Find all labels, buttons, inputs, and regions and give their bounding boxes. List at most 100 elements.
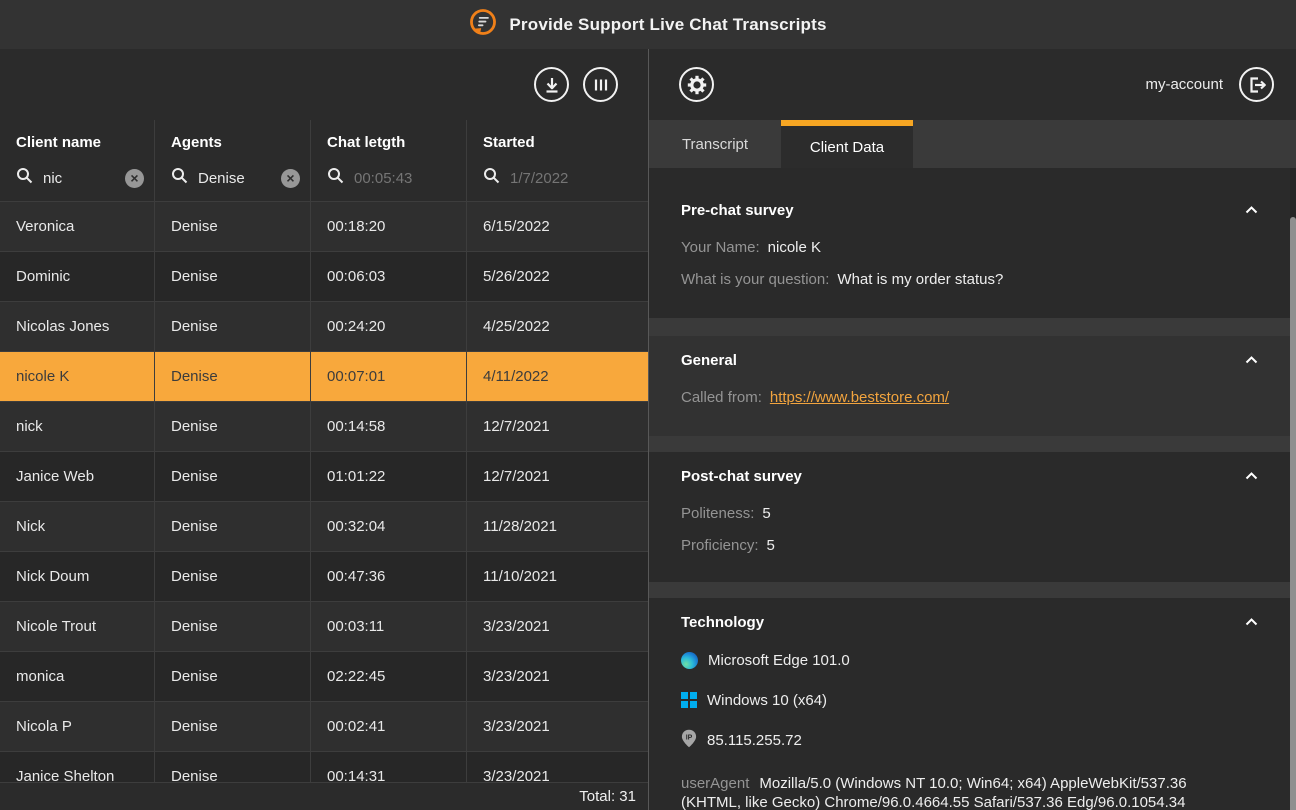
section-pre-chat-survey: Pre-chat survey Your Name:nicole K What …: [649, 186, 1296, 318]
scrollbar-thumb[interactable]: [1290, 217, 1296, 810]
table-row[interactable]: monicaDenise02:22:453/23/2021: [0, 651, 648, 701]
app-header: Provide Support Live Chat Transcripts: [0, 0, 1296, 49]
cell-chat-length: 02:22:45: [311, 652, 467, 701]
cell-client-name: Nicola P: [0, 702, 155, 751]
cell-started: 3/23/2021: [467, 652, 648, 701]
section-title: Pre-chat survey: [681, 202, 794, 219]
table-row[interactable]: Nicolas JonesDenise00:24:204/25/2022: [0, 301, 648, 351]
table-footer: Total: 31: [0, 782, 648, 810]
chevron-up-icon[interactable]: [1243, 470, 1260, 482]
table-row[interactable]: VeronicaDenise00:18:206/15/2022: [0, 201, 648, 251]
field-politeness: Politeness:5: [681, 504, 1260, 524]
table-row[interactable]: nicole KDenise00:07:014/11/2022: [0, 351, 648, 401]
table-row[interactable]: Janice WebDenise01:01:2212/7/2021: [0, 451, 648, 501]
user-agent: userAgentMozilla/5.0 (Windows NT 10.0; W…: [681, 774, 1260, 810]
transcript-detail-panel: my-account Transcript Client Data: [648, 49, 1296, 810]
chevron-up-icon[interactable]: [1243, 616, 1260, 628]
gear-icon: [681, 69, 713, 101]
total-count: Total: 31: [579, 788, 636, 805]
cell-agent: Denise: [155, 452, 311, 501]
table-header: Client name × Agents: [0, 120, 648, 201]
windows-icon: [681, 692, 697, 708]
columns-settings-button[interactable]: [583, 67, 618, 102]
cell-started: 4/25/2022: [467, 302, 648, 351]
cell-agent: Denise: [155, 552, 311, 601]
agents-filter-input[interactable]: [198, 170, 271, 187]
cell-chat-length: 00:18:20: [311, 202, 467, 251]
cell-chat-length: 00:32:04: [311, 502, 467, 551]
columns-icon: [585, 69, 617, 101]
download-icon: [536, 69, 568, 101]
tab-transcript[interactable]: Transcript: [649, 120, 781, 168]
cell-chat-length: 00:02:41: [311, 702, 467, 751]
column-title: Client name: [16, 134, 154, 151]
cell-started: 11/10/2021: [467, 552, 648, 601]
clear-filter-icon[interactable]: ×: [281, 169, 300, 188]
logout-button[interactable]: [1239, 67, 1274, 102]
cell-started: 12/7/2021: [467, 402, 648, 451]
ip-info: IP 85.115.255.72: [681, 730, 1260, 750]
table-row[interactable]: Nick DoumDenise00:47:3611/10/2021: [0, 551, 648, 601]
cell-started: 12/7/2021: [467, 452, 648, 501]
cell-chat-length: 00:24:20: [311, 302, 467, 351]
chevron-up-icon[interactable]: [1243, 354, 1260, 366]
chevron-up-icon[interactable]: [1243, 204, 1260, 216]
detail-toolbar: my-account: [649, 49, 1296, 120]
cell-chat-length: 00:03:11: [311, 602, 467, 651]
chat-length-filter-input[interactable]: [354, 170, 456, 187]
table-body: VeronicaDenise00:18:206/15/2022DominicDe…: [0, 201, 648, 810]
cell-client-name: Nick Doum: [0, 552, 155, 601]
table-row[interactable]: NickDenise00:32:0411/28/2021: [0, 501, 648, 551]
cell-chat-length: 01:01:22: [311, 452, 467, 501]
clear-filter-icon[interactable]: ×: [125, 169, 144, 188]
cell-chat-length: 00:07:01: [311, 352, 467, 401]
account-name: my-account: [1145, 76, 1223, 93]
table-row[interactable]: Nicole TroutDenise00:03:113/23/2021: [0, 601, 648, 651]
cell-agent: Denise: [155, 352, 311, 401]
cell-client-name: nick: [0, 402, 155, 451]
client-name-filter-input[interactable]: [43, 170, 115, 187]
cell-started: 5/26/2022: [467, 252, 648, 301]
table-row[interactable]: DominicDenise00:06:035/26/2022: [0, 251, 648, 301]
section-post-chat-survey: Post-chat survey Politeness:5 Proficienc…: [649, 452, 1296, 582]
cell-started: 11/28/2021: [467, 502, 648, 551]
column-client-name: Client name ×: [0, 120, 155, 201]
search-icon: [327, 167, 344, 189]
field-your-name: Your Name:nicole K: [681, 238, 1260, 258]
cell-client-name: monica: [0, 652, 155, 701]
ip-icon: IP: [681, 729, 697, 752]
cell-client-name: Janice Web: [0, 452, 155, 501]
cell-chat-length: 00:14:58: [311, 402, 467, 451]
cell-client-name: nicole K: [0, 352, 155, 401]
field-called-from: Called from:https://www.beststore.com/: [681, 388, 1260, 408]
field-proficiency: Proficiency:5: [681, 536, 1260, 556]
section-title: Post-chat survey: [681, 468, 802, 485]
called-from-link[interactable]: https://www.beststore.com/: [770, 389, 949, 406]
table-row[interactable]: Nicola PDenise00:02:413/23/2021: [0, 701, 648, 751]
settings-button[interactable]: [679, 67, 714, 102]
cell-agent: Denise: [155, 502, 311, 551]
section-title: General: [681, 352, 737, 369]
provide-support-logo-icon: [469, 8, 497, 41]
edge-icon: [681, 652, 698, 669]
search-icon: [483, 167, 500, 189]
cell-client-name: Nicolas Jones: [0, 302, 155, 351]
cell-client-name: Veronica: [0, 202, 155, 251]
column-title: Agents: [171, 134, 310, 151]
os-info: Windows 10 (x64): [681, 690, 1260, 710]
table-row[interactable]: nickDenise00:14:5812/7/2021: [0, 401, 648, 451]
download-button[interactable]: [534, 67, 569, 102]
cell-agent: Denise: [155, 702, 311, 751]
cell-chat-length: 00:06:03: [311, 252, 467, 301]
section-title: Technology: [681, 614, 764, 631]
field-question: What is your question:What is my order s…: [681, 270, 1260, 290]
browser-info: Microsoft Edge 101.0: [681, 650, 1260, 670]
tab-client-data[interactable]: Client Data: [781, 120, 913, 168]
page-title: Provide Support Live Chat Transcripts: [509, 15, 826, 35]
cell-agent: Denise: [155, 602, 311, 651]
cell-started: 4/11/2022: [467, 352, 648, 401]
column-title: Chat letgth: [327, 134, 466, 151]
logout-icon: [1241, 69, 1273, 101]
search-icon: [16, 167, 33, 189]
app-window: Provide Support Live Chat Transcripts: [0, 0, 1296, 810]
